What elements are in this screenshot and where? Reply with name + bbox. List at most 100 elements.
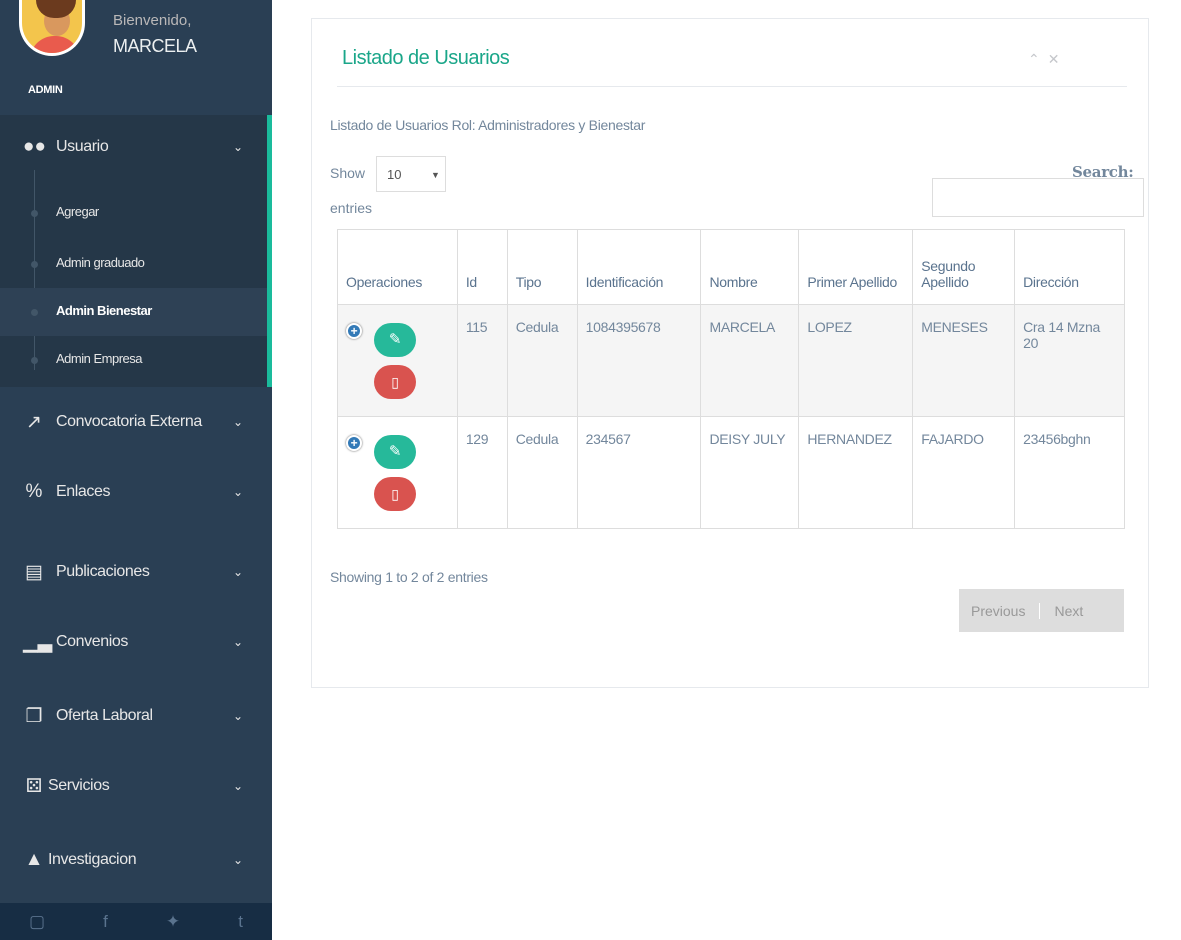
column-header[interactable]: Identificación bbox=[576, 229, 702, 305]
avatar bbox=[19, 0, 85, 56]
sidebar: Bienvenido, MARCELA ADMIN ●● Usuario ⌄ A… bbox=[0, 0, 272, 940]
sidebar-item-servicios[interactable]: ⚄ Servicios ⌄ bbox=[0, 766, 272, 806]
search-input[interactable] bbox=[932, 178, 1144, 217]
showing-info: Showing 1 to 2 of 2 entries bbox=[330, 569, 488, 585]
nombre-cell: DEISY JULY bbox=[700, 416, 800, 529]
column-header[interactable]: Operaciones bbox=[337, 229, 458, 305]
next-button[interactable]: Next bbox=[1054, 603, 1083, 619]
sidebar-subitem-label: Admin Bienestar bbox=[56, 303, 152, 318]
sidebar-item-publicaciones[interactable]: ▤ Publicaciones ⌄ bbox=[0, 552, 272, 592]
column-header[interactable]: Id bbox=[456, 229, 508, 305]
pagination: Previous Next bbox=[959, 589, 1124, 632]
sidebar-item-oferta-laboral[interactable]: ❐ Oferta Laboral ⌄ bbox=[0, 696, 272, 736]
column-header[interactable]: Dirección bbox=[1014, 229, 1125, 305]
segundo-apellido-cell: MENESES bbox=[912, 304, 1016, 417]
sidebar-subitem-admin-graduado[interactable]: Admin graduado bbox=[0, 240, 267, 288]
chevron-down-icon: ⌄ bbox=[233, 709, 244, 723]
tipo-cell: Cedula bbox=[506, 304, 578, 417]
edit-button[interactable]: ✎ bbox=[374, 323, 416, 357]
chevron-down-icon: ⌄ bbox=[233, 853, 244, 867]
sidebar-item-label: Convocatoria Externa bbox=[56, 413, 202, 430]
sidebar-subitem-agregar[interactable]: Agregar bbox=[0, 189, 267, 237]
tipo-cell: Cedula bbox=[506, 416, 578, 529]
copy-icon: ❐ bbox=[25, 705, 43, 727]
sidebar-item-usuario[interactable]: ●● Usuario ⌄ bbox=[0, 127, 272, 167]
users-icon: ●● bbox=[23, 136, 46, 157]
entries-select[interactable]: 10 ▼ bbox=[376, 156, 446, 192]
chevron-down-icon: ⌄ bbox=[233, 415, 244, 429]
sidebar-subitem-label: Admin graduado bbox=[56, 255, 145, 270]
profile: Bienvenido, MARCELA ADMIN bbox=[0, 0, 272, 115]
pencil-icon: ✎ bbox=[388, 331, 402, 348]
graduation-cap-icon: ▲ bbox=[24, 849, 44, 870]
column-header[interactable]: Primer Apellido bbox=[798, 229, 914, 305]
eraser-icon: ▯ bbox=[391, 486, 399, 502]
id-cell: 129 bbox=[456, 416, 508, 529]
user-name: MARCELA bbox=[113, 36, 197, 56]
show-label: Show bbox=[330, 165, 366, 181]
link-icon: % bbox=[25, 481, 43, 502]
previous-button[interactable]: Previous bbox=[971, 603, 1025, 619]
sidebar-item-convocatoria-externa[interactable]: ↗ Convocatoria Externa ⌄ bbox=[0, 402, 272, 442]
edit-button[interactable]: ✎ bbox=[374, 435, 416, 469]
table-row: + ✎ ▯ 129 Cedula 234567 DEISY JULY HERNA… bbox=[337, 416, 1125, 529]
sidebar-subitem-admin-empresa[interactable]: Admin Empresa bbox=[0, 336, 267, 384]
delete-button[interactable]: ▯ bbox=[374, 365, 416, 399]
tumblr-icon[interactable]: t bbox=[238, 912, 243, 932]
facebook-icon[interactable]: f bbox=[103, 912, 108, 932]
sidebar-footer: ▢ f ✦ t bbox=[0, 903, 272, 940]
newspaper-icon: ▤ bbox=[25, 561, 43, 583]
sidebar-subitem-admin-bienestar[interactable]: Admin Bienestar bbox=[0, 288, 267, 336]
sidebar-item-label: Publicaciones bbox=[56, 563, 150, 580]
direccion-cell: Cra 14 Mzna 20 bbox=[1014, 304, 1125, 417]
operations-cell: + ✎ ▯ bbox=[337, 416, 458, 529]
panel-tools: ⌃✕ bbox=[1028, 51, 1067, 68]
sidebar-item-label: Servicios bbox=[48, 777, 110, 794]
panel-title: Listado de Usuarios bbox=[342, 47, 510, 69]
welcome-text: Bienvenido, bbox=[113, 12, 192, 29]
panel-subtitle: Listado de Usuarios Rol: Administradores… bbox=[330, 117, 646, 133]
column-header[interactable]: Segundo Apellido bbox=[912, 229, 1016, 305]
chevron-down-icon: ⌄ bbox=[233, 485, 244, 499]
sidebar-item-label: Investigacion bbox=[48, 851, 137, 868]
external-link-icon: ↗ bbox=[26, 411, 42, 433]
id-cell: 115 bbox=[456, 304, 508, 417]
delete-button[interactable]: ▯ bbox=[374, 477, 416, 511]
entries-label: entries bbox=[330, 200, 373, 216]
sidebar-item-label: Oferta Laboral bbox=[56, 707, 153, 724]
close-icon[interactable]: ✕ bbox=[1048, 51, 1068, 67]
expand-row-icon[interactable]: + bbox=[346, 435, 362, 451]
primer-apellido-cell: LOPEZ bbox=[798, 304, 914, 417]
nombre-cell: MARCELA bbox=[700, 304, 800, 417]
sidebar-item-label: Convenios bbox=[56, 633, 129, 650]
table-row: + ✎ ▯ 115 Cedula 1084395678 MARCELA LOPE… bbox=[337, 304, 1125, 417]
cubes-icon: ⚄ bbox=[25, 775, 43, 797]
chevron-down-icon: ⌄ bbox=[233, 779, 244, 793]
segundo-apellido-cell: FAJARDO bbox=[912, 416, 1016, 529]
entries-value: 10 bbox=[387, 167, 402, 182]
sidebar-subitem-label: Admin Empresa bbox=[56, 351, 142, 366]
column-header[interactable]: Tipo bbox=[506, 229, 578, 305]
sidebar-item-label: Enlaces bbox=[56, 483, 111, 500]
identificacion-cell: 234567 bbox=[576, 416, 702, 529]
twitter-icon[interactable]: ✦ bbox=[166, 912, 180, 932]
table-header-row: Operaciones Id Tipo Identificación Nombr… bbox=[337, 229, 1125, 305]
eraser-icon: ▯ bbox=[391, 374, 399, 390]
expand-row-icon[interactable]: + bbox=[346, 323, 362, 339]
sidebar-item-investigacion[interactable]: ▲ Investigacion ⌄ bbox=[0, 840, 272, 880]
pencil-icon: ✎ bbox=[388, 443, 402, 460]
column-header[interactable]: Nombre bbox=[700, 229, 800, 305]
collapse-icon[interactable]: ⌃ bbox=[1028, 51, 1048, 67]
caret-down-icon: ▼ bbox=[431, 170, 440, 180]
youtube-icon[interactable]: ▢ bbox=[29, 912, 45, 932]
chevron-down-icon: ⌄ bbox=[233, 635, 244, 649]
sidebar-item-enlaces[interactable]: % Enlaces ⌄ bbox=[0, 472, 272, 512]
sidebar-item-convenios[interactable]: ▁▃ Convenios ⌄ bbox=[0, 622, 272, 662]
chevron-down-icon: ⌄ bbox=[233, 140, 244, 154]
identificacion-cell: 1084395678 bbox=[576, 304, 702, 417]
bar-chart-icon: ▁▃ bbox=[23, 631, 53, 653]
users-panel: Listado de Usuarios ⌃✕ Listado de Usuari… bbox=[311, 18, 1149, 688]
sidebar-subitem-label: Agregar bbox=[56, 204, 99, 219]
usuario-menu: ●● Usuario ⌄ Agregar Admin graduado Admi… bbox=[0, 115, 272, 387]
sidebar-item-label: Usuario bbox=[56, 138, 109, 155]
